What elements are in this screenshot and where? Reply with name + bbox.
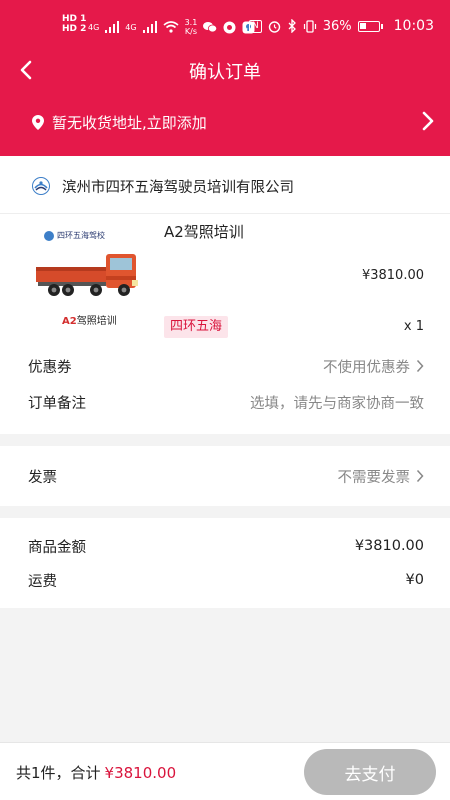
hd2-label: HD 2 xyxy=(62,24,87,34)
order-total: 共1件，合计 ¥3810.00 xyxy=(16,762,176,783)
chevron-right-icon xyxy=(416,469,424,483)
checkout-bar: 共1件，合计 ¥3810.00 去支付 xyxy=(0,742,450,800)
goods-amount-label: 商品金额 xyxy=(28,539,86,556)
total-price: ¥3810.00 xyxy=(104,764,177,782)
wifi-icon xyxy=(163,21,179,33)
product-price: ¥3810.00 xyxy=(361,268,424,283)
address-prompt: 暂无收货地址,立即添加 xyxy=(52,114,207,132)
remark-row[interactable]: 订单备注 选填，请先与商家协商一致 xyxy=(28,390,424,414)
order-item-card: 滨州市四环五海驾驶员培训有限公司 四环五海驾校 A2驾照培训 A2驾照培训 ¥3… xyxy=(0,156,450,434)
location-pin-icon xyxy=(32,115,44,130)
signal-icon xyxy=(105,21,120,33)
coupon-value: 不使用优惠券 xyxy=(323,359,410,376)
network-speed: 3.1 K/s xyxy=(185,18,198,36)
signal-icon-2 xyxy=(142,21,157,33)
coupon-label: 优惠券 xyxy=(28,359,72,376)
product-image[interactable]: 四环五海驾校 A2驾照培训 xyxy=(26,224,152,332)
product-quantity: x 1 xyxy=(403,319,424,334)
freight-label: 运费 xyxy=(28,573,57,590)
status-bar: HD 1 HD 2 4G 4G 3.1 K/s N 36% 10:03 xyxy=(0,0,450,54)
page-title: 确认订单 xyxy=(189,62,261,83)
network-type-1: 4G xyxy=(88,22,100,32)
app-notification-icon xyxy=(223,21,236,33)
image-caption: A2驾照培训 xyxy=(62,312,117,327)
coupon-row[interactable]: 优惠券 不使用优惠券 xyxy=(28,354,424,378)
speed-value: 3.1 xyxy=(184,18,198,27)
system-icons: N 36% 10:03 xyxy=(249,18,434,34)
network-icons: 4G 4G 3.1 K/s xyxy=(88,18,255,36)
item-count-text: 共1件，合计 xyxy=(16,764,101,782)
sim-indicator: HD 1 HD 2 xyxy=(62,14,86,34)
remark-input[interactable]: 选填，请先与商家协商一致 xyxy=(250,392,424,413)
shop-logo-icon xyxy=(32,177,50,195)
battery-icon xyxy=(357,20,383,32)
caption-prefix: A2 xyxy=(62,316,77,327)
coupon-value-group: 不使用优惠券 xyxy=(323,356,424,377)
invoice-card: 发票 不需要发票 xyxy=(0,446,450,506)
alarm-icon xyxy=(268,20,280,33)
clock: 10:03 xyxy=(393,18,434,34)
invoice-label: 发票 xyxy=(28,469,57,486)
divider xyxy=(0,213,450,214)
chevron-right-icon xyxy=(422,111,434,131)
amount-summary-card: 商品金额 ¥3810.00 运费 ¥0 xyxy=(0,518,450,608)
speed-unit: K/s xyxy=(184,27,198,36)
header-bar: HD 1 HD 2 4G 4G 3.1 K/s N 36% 10:03 确认订单… xyxy=(0,0,450,156)
truck-illustration xyxy=(36,254,138,296)
shop-header[interactable]: 滨州市四环五海驾驶员培训有限公司 xyxy=(32,174,294,198)
product-name[interactable]: A2驾照培训 xyxy=(164,221,244,242)
caption-suffix: 驾照培训 xyxy=(76,316,117,327)
freight-row: 运费 ¥0 xyxy=(28,568,424,592)
nav-bar: 确认订单 xyxy=(0,54,450,88)
invoice-value: 不需要发票 xyxy=(337,469,411,486)
add-address-row[interactable]: 暂无收货地址,立即添加 xyxy=(0,96,450,148)
bluetooth-icon xyxy=(288,19,296,33)
goods-amount-row: 商品金额 ¥3810.00 xyxy=(28,534,424,558)
battery-percent: 36% xyxy=(322,18,352,34)
invoice-value-group: 不需要发票 xyxy=(338,466,425,487)
shop-name: 滨州市四环五海驾驶员培训有限公司 xyxy=(62,179,294,196)
product-tag: 四环五海 xyxy=(164,316,229,338)
network-type-2: 4G xyxy=(125,22,137,32)
goods-amount-value: ¥3810.00 xyxy=(354,538,424,554)
remark-label: 订单备注 xyxy=(28,395,86,412)
nfc-icon: N xyxy=(249,19,262,33)
wechat-icon xyxy=(203,22,218,33)
pay-button[interactable]: 去支付 xyxy=(304,749,436,795)
chevron-right-icon xyxy=(416,359,424,373)
hd1-label: HD 1 xyxy=(62,14,87,24)
freight-value: ¥0 xyxy=(405,572,424,588)
invoice-row[interactable]: 发票 不需要发票 xyxy=(28,464,424,488)
vibrate-icon xyxy=(303,19,316,33)
